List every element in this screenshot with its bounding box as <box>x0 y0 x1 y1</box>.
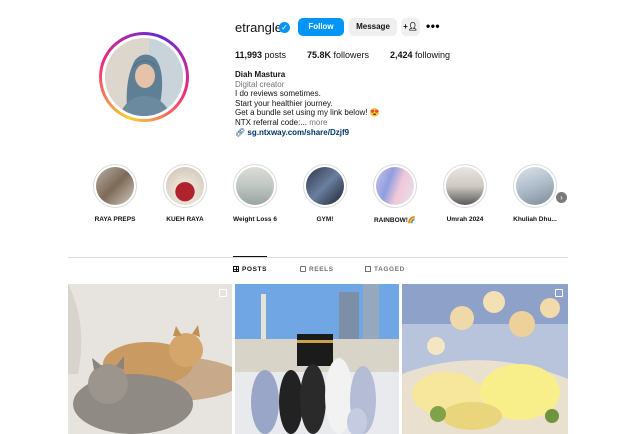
tab-reels[interactable]: REELS <box>300 266 334 273</box>
highlight-thumb <box>306 167 344 205</box>
bio-category: Digital creator <box>235 79 285 89</box>
highlight-thumb <box>96 167 134 205</box>
bio-more-link[interactable]: more <box>309 118 327 127</box>
tab-posts-label: POSTS <box>242 266 268 273</box>
profile-avatar-ring[interactable] <box>99 32 189 122</box>
highlight-label: Weight Loss 6 <box>233 216 277 223</box>
link-icon: 🔗︎ <box>235 127 246 137</box>
follow-button[interactable]: Follow <box>298 18 344 36</box>
post-image-flowers <box>402 284 568 434</box>
tab-reels-label: REELS <box>309 266 334 273</box>
profile-avatar[interactable] <box>105 38 183 116</box>
highlight-label: Umrah 2024 <box>446 216 484 223</box>
highlight-label: Khuliah Dhu... <box>513 216 557 223</box>
avatar-gap <box>102 35 186 119</box>
tab-tagged[interactable]: TAGGED <box>365 266 405 273</box>
highlight-thumb <box>166 167 204 205</box>
highlight-label: RAYA PREPS <box>94 216 136 223</box>
bio-external-link[interactable]: sg.ntxway.com/share/Dzjf9 <box>247 128 349 137</box>
tagged-icon <box>365 266 371 272</box>
story-highlights: RAYA PREPS KUEH RAYA Weight Loss 6 GYM! … <box>80 164 570 234</box>
bio-link-row[interactable]: 🔗︎ sg.ntxway.com/share/Dzjf9 <box>235 128 495 138</box>
highlight-label: RAINBOW!🌈 <box>373 217 417 224</box>
highlight-item[interactable]: Umrah 2024 <box>430 164 500 223</box>
highlight-label: KUEH RAYA <box>166 216 204 223</box>
highlight-thumb <box>236 167 274 205</box>
avatar-photo <box>105 38 183 116</box>
posts-label: posts <box>264 50 287 60</box>
highlight-item[interactable]: GYM! <box>290 164 360 223</box>
post-image-cats <box>68 284 232 434</box>
tab-active-indicator <box>233 256 267 257</box>
post-thumbnail[interactable] <box>235 284 399 434</box>
more-options-icon[interactable]: ••• <box>426 18 440 36</box>
bio-line: Start your healthier journey. <box>235 98 333 108</box>
following-label: following <box>415 50 451 60</box>
verified-badge-icon: ✓ <box>279 22 290 33</box>
highlight-item[interactable]: RAINBOW!🌈 <box>360 164 430 224</box>
highlight-ring <box>93 164 137 208</box>
highlight-thumb <box>376 167 414 205</box>
highlight-ring <box>303 164 347 208</box>
posts-count: 11,993 <box>235 50 263 60</box>
post-thumbnail[interactable] <box>402 284 568 434</box>
highlights-next-icon[interactable]: › <box>556 192 567 203</box>
stat-following[interactable]: 2,424 following <box>390 50 450 60</box>
add-person-icon: +👤︎ <box>403 22 418 31</box>
tabs-divider <box>68 257 568 258</box>
grid-icon <box>233 266 239 272</box>
stat-posts: 11,993 posts <box>235 50 286 60</box>
highlight-item[interactable]: KUEH RAYA <box>150 164 220 223</box>
post-image-umrah <box>235 284 399 434</box>
tab-posts[interactable]: POSTS <box>233 266 267 273</box>
tab-tagged-label: TAGGED <box>374 266 405 273</box>
multi-post-icon <box>555 289 563 297</box>
highlight-item[interactable]: Weight Loss 6 <box>220 164 290 223</box>
highlight-ring <box>163 164 207 208</box>
highlight-item[interactable]: RAYA PREPS <box>80 164 150 223</box>
message-button[interactable]: Message <box>349 18 397 36</box>
highlight-ring <box>443 164 487 208</box>
multi-post-icon <box>219 289 227 297</box>
highlight-ring <box>373 164 417 208</box>
reels-icon <box>300 266 306 272</box>
post-thumbnail[interactable] <box>68 284 232 434</box>
highlight-label: GYM! <box>316 216 334 223</box>
bio-line: Get a bundle set using my link below! 😍 <box>235 108 380 118</box>
profile-username: etrangle <box>235 20 282 35</box>
highlight-ring <box>233 164 277 208</box>
suggest-accounts-button[interactable]: +👤︎ <box>401 18 420 36</box>
highlight-thumb <box>516 167 554 205</box>
bio-name: Diah Mastura <box>235 70 286 79</box>
highlight-ring <box>513 164 557 208</box>
following-count: 2,424 <box>390 50 413 60</box>
profile-bio: Diah Mastura Digital creator I do review… <box>235 70 495 137</box>
bio-referral-text: NTX referral code:... <box>235 117 308 127</box>
bio-line: I do reviews sometimes. <box>235 89 321 99</box>
highlight-thumb <box>446 167 484 205</box>
followers-count: 75.8K <box>307 50 332 60</box>
followers-label: followers <box>333 50 370 60</box>
bio-line: NTX referral code:... more <box>235 118 495 128</box>
stat-followers[interactable]: 75.8K followers <box>307 50 369 60</box>
